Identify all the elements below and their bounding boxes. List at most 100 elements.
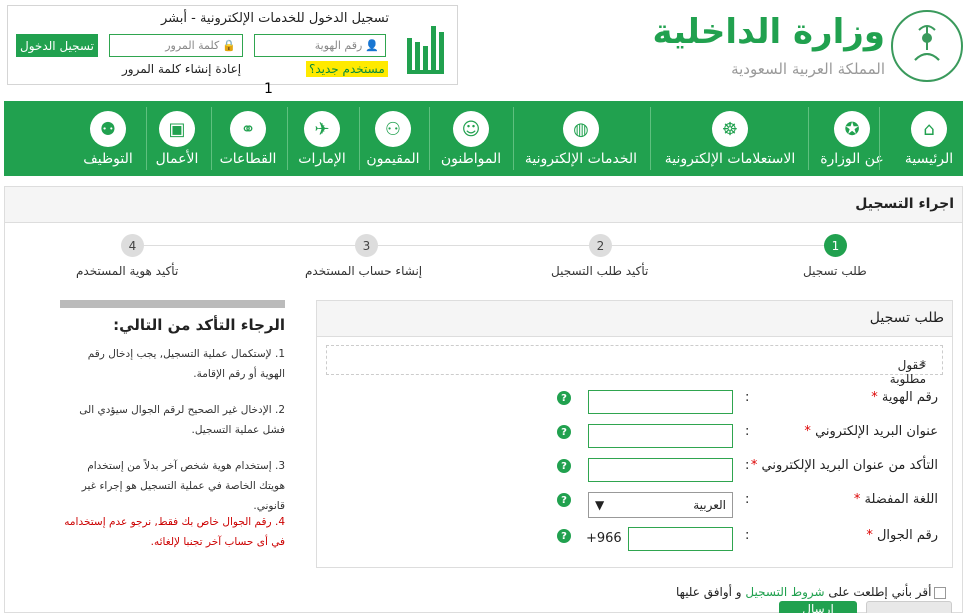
nav-separator	[513, 107, 514, 170]
cancel-button[interactable]	[866, 601, 952, 613]
nav-separator	[146, 107, 147, 170]
nav-item[interactable]: ☸ الاستعلامات الإلكترونية	[665, 101, 795, 176]
nav-item-label: القطاعات	[219, 151, 277, 167]
terms-checkbox[interactable]	[934, 587, 946, 599]
note-item: 1. لإستكمال عملية التسجيل, يجب إدخال رقم…	[87, 348, 285, 380]
field-colon: :	[745, 528, 750, 543]
submit-button[interactable]: إرسال	[779, 601, 857, 613]
step-4-circle: 4	[121, 234, 144, 257]
user-icon: 👤	[365, 39, 379, 52]
note-item-warning: 4. رقم الجوال خاص بك فقط, نرجو عدم إستخد…	[64, 516, 285, 548]
nav-item-label: الخدمات الإلكترونية	[524, 151, 638, 167]
step-1-circle: 1	[824, 234, 847, 257]
nav-separator	[359, 107, 360, 170]
main-nav: ⌂ الرئيسية ✪ عن الوزارة ☸ الاستعلامات الإلكتر…	[4, 101, 963, 176]
terms-text: أقر بأني إطلعت على شروط التسجيل و أوافق …	[676, 585, 932, 599]
form-header: طلب تسجيل	[317, 301, 952, 337]
nav-item[interactable]: ◍ الخدمات الإلكترونية	[525, 101, 637, 176]
ministry-subtitle: المملكة العربية السعودية	[731, 60, 885, 78]
nav-separator	[287, 107, 288, 170]
help-icon[interactable]: ?	[557, 459, 571, 473]
language-value: العربية	[693, 498, 726, 512]
absher-logo-icon	[405, 18, 447, 78]
terms-link[interactable]: شروط التسجيل	[745, 585, 824, 599]
nav-item[interactable]: ▣ الأعمال	[137, 101, 217, 176]
briefcase-icon: ▣	[159, 111, 195, 147]
form-title: طلب تسجيل	[869, 310, 944, 326]
id-placeholder: رقم الهوية	[314, 39, 363, 52]
language-label: اللغة المفضلة *	[853, 492, 938, 507]
login-panel: تسجيل الدخول للخدمات الإلكترونية - أبشر …	[7, 5, 458, 85]
field-colon: :	[745, 492, 750, 507]
nav-item[interactable]: ✈ الإمارات	[282, 101, 362, 176]
nav-item-label: الرئيسية	[904, 151, 954, 167]
nav-separator	[429, 107, 430, 170]
nav-item[interactable]: ☺ المواطنون	[431, 101, 511, 176]
nav-item-label: الأعمال	[155, 151, 199, 167]
id-number-label: رقم الهوية *	[871, 390, 938, 405]
ministry-logo[interactable]: وزارة الداخلية المملكة العربية السعودية	[653, 8, 963, 88]
sectors-icon: ⚭	[230, 111, 266, 147]
id-number-input[interactable]: 👤 رقم الهوية	[254, 34, 386, 57]
nav-item[interactable]: ⚇ المقيمون	[353, 101, 433, 176]
saudi-emblem-icon	[891, 10, 963, 82]
nav-item-label: الاستعلامات الإلكترونية	[664, 151, 796, 167]
globe-icon: ◍	[563, 111, 599, 147]
notes-divider	[60, 300, 285, 308]
step-3-label: إنشاء حساب المستخدم	[305, 264, 423, 278]
nav-item-label: التوظيف	[83, 151, 133, 167]
required-note-box: * حقول مطلوبة	[326, 345, 943, 386]
email-label: عنوان البريد الإلكتروني *	[804, 424, 938, 439]
language-select[interactable]: ▼ العربية	[588, 492, 733, 518]
nav-separator	[879, 107, 880, 170]
nav-item-label: عن الوزارة	[820, 151, 884, 167]
home-icon: ⌂	[911, 111, 947, 147]
page-title: اجراء التسجيل	[855, 196, 954, 212]
field-colon: :	[745, 424, 750, 439]
nav-item[interactable]: ⚭ القطاعات	[208, 101, 288, 176]
steps-line	[135, 245, 835, 246]
email-confirm-label: التأكد من عنوان البريد الإلكتروني *	[750, 458, 938, 473]
mobile-field[interactable]	[628, 527, 733, 551]
regions-icon: ✈	[304, 111, 340, 147]
reset-password-link[interactable]: إعادة إنشاء كلمة المرور	[122, 62, 241, 76]
citizen-icon: ☺	[453, 111, 489, 147]
nav-item[interactable]: ✪ عن الوزارة	[812, 101, 892, 176]
step-1-label: طلب تسجيل	[803, 264, 867, 278]
id-number-field[interactable]	[588, 390, 733, 414]
lock-icon: 🔒	[222, 39, 236, 52]
country-code: +966	[586, 531, 622, 546]
email-field[interactable]	[588, 424, 733, 448]
nav-item-label: الإمارات	[298, 151, 346, 167]
nav-separator	[650, 107, 651, 170]
residents-icon: ⚇	[375, 111, 411, 147]
password-input[interactable]: 🔒 كلمة المرور	[109, 34, 243, 57]
login-title: تسجيل الدخول للخدمات الإلكترونية - أبشر	[160, 11, 389, 26]
ministry-title: وزارة الداخلية	[652, 12, 885, 52]
step-2-circle: 2	[589, 234, 612, 257]
field-colon: :	[745, 390, 750, 405]
nav-item[interactable]: ⌂ الرئيسية	[889, 101, 963, 176]
nav-item-label: المواطنون	[440, 151, 502, 167]
email-confirm-field[interactable]	[588, 458, 733, 482]
globe-hand-icon: ☸	[712, 111, 748, 147]
login-button[interactable]: تسجيل الدخول	[16, 34, 98, 57]
note-item: 3. إستخدام هوية شخص آخر بدلاً من إستخدام…	[81, 460, 285, 512]
help-icon[interactable]: ?	[557, 493, 571, 507]
new-user-link[interactable]: مستخدم جديد؟	[306, 61, 388, 77]
help-icon[interactable]: ?	[557, 529, 571, 543]
notes-title: الرجاء التأكد من التالي:	[113, 316, 285, 334]
step-4-label: تأكيد هوية المستخدم	[76, 264, 179, 278]
mobile-label: رقم الجوال *	[866, 528, 938, 543]
emblem-icon: ✪	[834, 111, 870, 147]
help-icon[interactable]: ?	[557, 425, 571, 439]
marker-label-1: 1	[264, 81, 273, 97]
help-icon[interactable]: ?	[557, 391, 571, 405]
password-placeholder: كلمة المرور	[165, 39, 220, 52]
step-3-circle: 3	[355, 234, 378, 257]
employment-icon: ⚉	[90, 111, 126, 147]
chevron-down-icon: ▼	[595, 498, 605, 512]
nav-item[interactable]: ⚉ التوظيف	[68, 101, 148, 176]
step-2-label: تأكيد طلب التسجيل	[551, 264, 649, 278]
panel-header: اجراء التسجيل	[5, 187, 962, 223]
